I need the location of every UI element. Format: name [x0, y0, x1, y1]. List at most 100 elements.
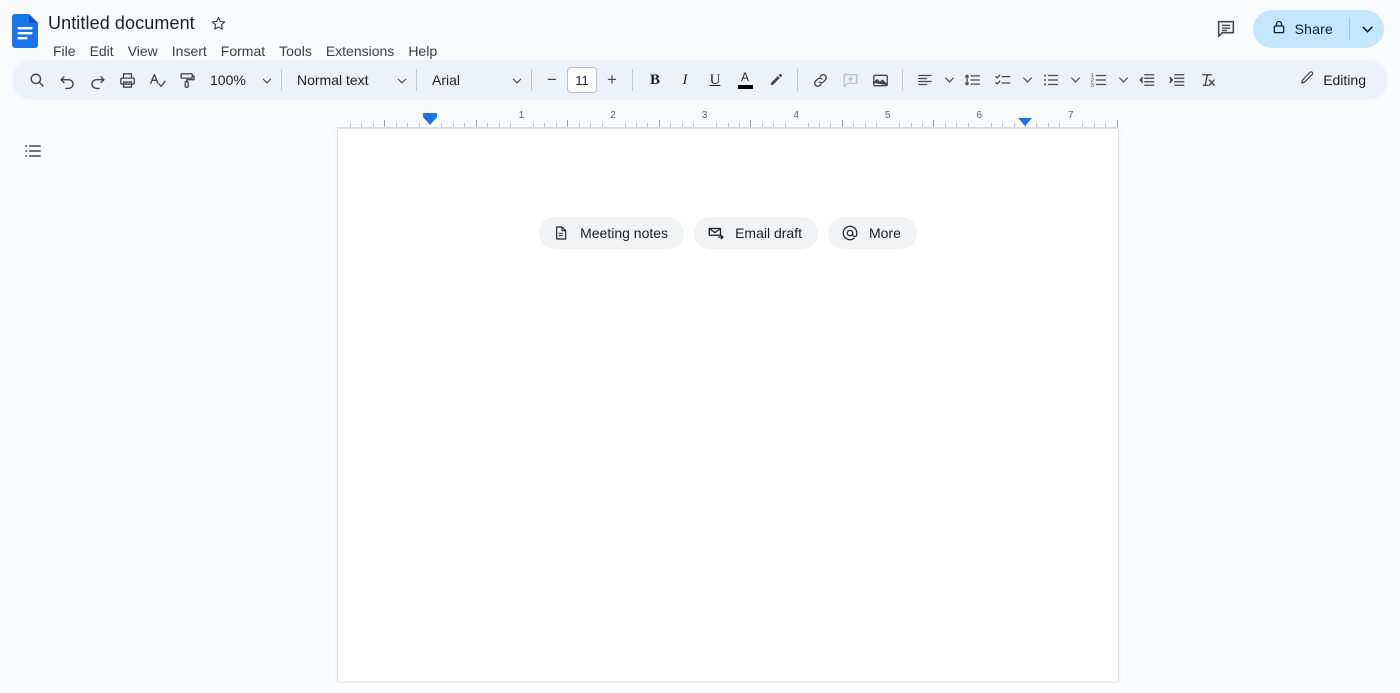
print-icon[interactable]: [112, 65, 142, 95]
zoom-level-selector[interactable]: 100%: [202, 65, 274, 95]
left-indent-marker[interactable]: [423, 113, 437, 125]
paragraph-style-value: Normal text: [297, 72, 369, 88]
insert-image-icon[interactable]: [865, 65, 895, 95]
search-icon[interactable]: [22, 65, 52, 95]
ruler-tick: [578, 123, 580, 127]
document-outline-icon[interactable]: [18, 136, 48, 166]
comment-history-icon[interactable]: [1207, 10, 1245, 48]
toolbar-divider: [281, 69, 282, 91]
ruler-tick: [395, 123, 397, 127]
text-color-icon: A: [737, 71, 753, 89]
ruler-tick: [349, 123, 351, 127]
smart-chip-suggestions: Meeting notes Email draft More: [338, 217, 1118, 249]
bulleted-list-icon[interactable]: [1036, 65, 1066, 95]
app-header: Untitled document File Edit View Insert …: [0, 0, 1400, 60]
increase-indent-icon[interactable]: [1162, 65, 1192, 95]
ruler-tick: [1059, 123, 1061, 127]
bold-icon: B: [649, 71, 660, 88]
font-size-input[interactable]: 11: [567, 67, 597, 93]
ruler-tick: [1093, 123, 1095, 127]
right-indent-marker[interactable]: [1018, 118, 1032, 126]
underline-button[interactable]: U: [700, 65, 730, 95]
font-family-value: Arial: [432, 72, 461, 88]
ruler-tick: [956, 123, 958, 127]
ruler-tick: [590, 123, 592, 127]
ruler-tick: [441, 123, 443, 127]
ruler-tick: [601, 123, 603, 127]
chevron-down-icon: [262, 71, 272, 89]
chip-more[interactable]: More: [827, 217, 917, 249]
zoom-level-value: 100%: [210, 72, 246, 88]
toolbar-container: 100% Normal text Arial − 11 + B I U A 1 …: [0, 60, 1400, 106]
ruler-tick: [910, 123, 912, 127]
share-button[interactable]: Share: [1252, 10, 1384, 48]
text-color-button[interactable]: A: [730, 65, 760, 95]
ruler-tick: [647, 123, 649, 127]
toolbar-divider: [797, 69, 798, 91]
redo-icon[interactable]: [82, 65, 112, 95]
chip-email-draft[interactable]: Email draft: [694, 217, 818, 249]
insert-link-icon[interactable]: [805, 65, 835, 95]
ruler-tick: [1036, 123, 1038, 127]
share-dropdown-chevron-down-icon[interactable]: [1350, 10, 1384, 48]
editing-mode-button[interactable]: Editing: [1287, 65, 1378, 95]
ruler-tick: [750, 120, 752, 127]
ruler-ticks: 1 2 3 4 5 6 7: [0, 106, 1400, 128]
share-button-main[interactable]: Share: [1253, 10, 1349, 48]
ruler-number: 5: [884, 110, 891, 121]
ruler-tick: [658, 120, 660, 127]
ruler-tick: [1002, 123, 1004, 127]
ruler-tick: [990, 123, 992, 127]
document-canvas: Meeting notes Email draft More: [0, 128, 1400, 683]
ruler-number: 2: [610, 110, 616, 121]
document-ruler[interactable]: 1 2 3 4 5 6 7: [0, 106, 1400, 128]
ruler-tick: [384, 120, 386, 127]
ruler-tick: [784, 123, 786, 127]
ruler-tick: [738, 123, 740, 127]
ruler-tick: [773, 123, 775, 127]
ruler-number: 1: [518, 110, 525, 121]
ruler-number: 6: [976, 110, 982, 121]
star-outline-icon[interactable]: [209, 13, 229, 33]
align-chevron-down-icon[interactable]: [940, 65, 958, 95]
paragraph-style-selector[interactable]: Normal text: [289, 65, 409, 95]
ruler-tick: [452, 123, 454, 127]
align-left-icon[interactable]: [910, 65, 940, 95]
title-block: Untitled document File Edit View Insert …: [46, 8, 444, 63]
ruler-tick: [567, 120, 569, 127]
chip-meeting-notes[interactable]: Meeting notes: [539, 217, 685, 249]
ruler-tick: [716, 123, 718, 127]
document-icon: [552, 224, 570, 242]
line-spacing-icon[interactable]: [958, 65, 988, 95]
decrease-indent-icon[interactable]: [1132, 65, 1162, 95]
italic-button[interactable]: I: [670, 65, 700, 95]
ruler-tick: [510, 123, 512, 127]
checklist-chevron-down-icon[interactable]: [1018, 65, 1036, 95]
undo-icon[interactable]: [52, 65, 82, 95]
clear-formatting-icon[interactable]: [1192, 65, 1222, 95]
decrease-font-size-button[interactable]: −: [539, 67, 565, 93]
increase-font-size-button[interactable]: +: [599, 67, 625, 93]
spellcheck-icon[interactable]: [142, 65, 172, 95]
chip-label: More: [868, 225, 901, 241]
ruler-number: 7: [1067, 110, 1074, 121]
bold-button[interactable]: B: [640, 65, 670, 95]
numbered-list-icon[interactable]: 1 2 3: [1084, 65, 1114, 95]
ruler-tick: [544, 123, 546, 127]
bulleted-list-chevron-down-icon[interactable]: [1066, 65, 1084, 95]
ruler-tick: [807, 123, 809, 127]
document-page[interactable]: Meeting notes Email draft More: [337, 128, 1119, 681]
checklist-icon[interactable]: [988, 65, 1018, 95]
highlight-pen-icon[interactable]: [760, 65, 790, 95]
svg-text:3: 3: [1091, 83, 1094, 89]
ruler-tick: [1047, 123, 1049, 127]
paint-format-icon[interactable]: [172, 65, 202, 95]
ruler-tick: [944, 123, 946, 127]
font-family-selector[interactable]: Arial: [424, 65, 524, 95]
google-docs-logo-icon[interactable]: [12, 14, 38, 48]
lock-icon: [1271, 19, 1287, 40]
numbered-list-chevron-down-icon[interactable]: [1114, 65, 1132, 95]
ruler-tick: [1013, 123, 1015, 127]
document-title[interactable]: Untitled document: [46, 11, 197, 35]
ruler-tick: [864, 123, 866, 127]
